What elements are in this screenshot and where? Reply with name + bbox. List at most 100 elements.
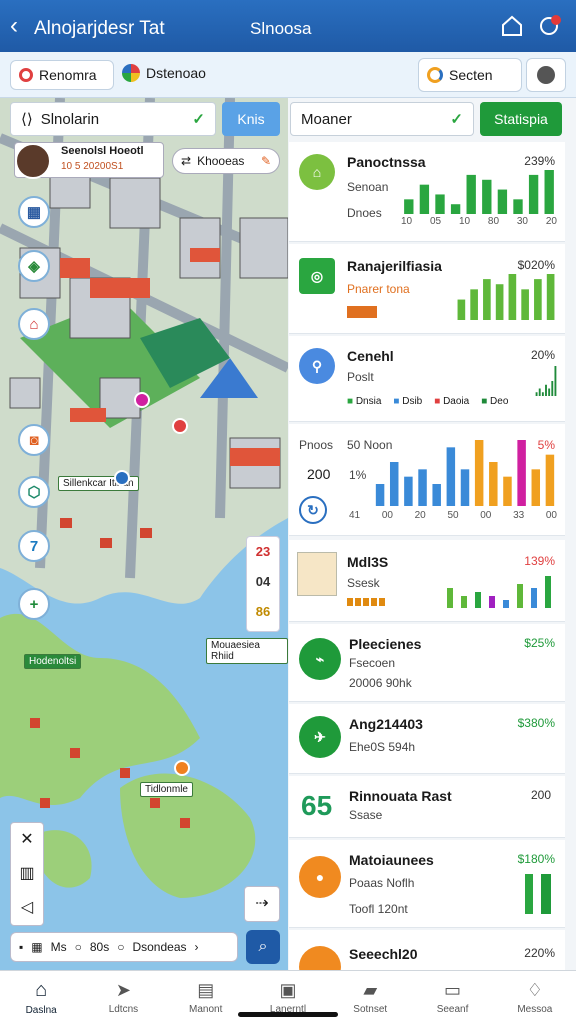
- map-pin-icon[interactable]: [114, 470, 130, 486]
- grid-icon: ▦: [31, 940, 43, 954]
- shield-icon[interactable]: ⬡: [18, 476, 50, 508]
- nav-item-manont[interactable]: ▤ Manont: [165, 971, 247, 1024]
- chart-line-icon: ⌁: [299, 638, 341, 680]
- card-subtitle: 20006 90hk: [349, 676, 412, 690]
- notification-icon[interactable]: [538, 14, 562, 38]
- plus-icon[interactable]: +: [18, 588, 50, 620]
- nav-item-seeanf[interactable]: ▭ Seeanf: [411, 971, 493, 1024]
- tab-renomra[interactable]: Renomra: [10, 60, 114, 90]
- map-pin-icon[interactable]: [134, 392, 150, 408]
- card-title: Cenehl: [347, 348, 394, 364]
- nav-item-ldtcns[interactable]: ➤ Ldtcns: [82, 971, 164, 1024]
- chart-bar: [531, 469, 541, 506]
- stats-button[interactable]: Statispia: [480, 102, 562, 136]
- chart-bar: [450, 204, 461, 214]
- chart-bar: [446, 447, 456, 506]
- chart-bar: [551, 381, 554, 396]
- nav-item-sotnset[interactable]: ▰ Sotnset: [329, 971, 411, 1024]
- chevron-left-icon[interactable]: ‹: [10, 14, 18, 38]
- card-value: $380%: [517, 716, 555, 730]
- card-title: Panoctnssa: [347, 154, 426, 170]
- document-icon: ▤: [197, 980, 215, 1000]
- profile-name: Seenolsl Hoeotl: [61, 145, 144, 157]
- chart-bar: [528, 174, 539, 214]
- seven-icon[interactable]: 7: [18, 530, 50, 562]
- temple-icon: [297, 552, 337, 596]
- apply-button[interactable]: Knis: [222, 102, 280, 136]
- home-icon: ⌂: [35, 979, 48, 1001]
- globe-icon: [122, 64, 140, 82]
- stat-card[interactable]: ◎ Ranajerilfiasia Pnarer tona $020%: [289, 244, 565, 334]
- close-icon[interactable]: ✕: [11, 823, 43, 857]
- nav-item-daslna[interactable]: ⌂ Daslna: [0, 971, 82, 1024]
- stat-card[interactable]: ⚲ Cenehl Poslt 20% ■ Dnsia ■ Dsib ■ Daoi…: [289, 336, 565, 422]
- stat-card[interactable]: ⌁ Pleecienes Fsecoen 20006 90hk $25%: [289, 624, 565, 702]
- map-search-bar[interactable]: ▪ ▦ Ms ○ 80s ○ Dsondeas ›: [10, 932, 238, 962]
- card-title: Seeechl20: [349, 946, 418, 962]
- filter-chip[interactable]: ⇄ Khooeas ✎: [172, 148, 280, 174]
- chart-bar: [517, 440, 526, 506]
- shop-icon[interactable]: ⌂: [18, 308, 50, 340]
- app-header: ‹ Alnojarjdesr Tat Slnoosa: [0, 0, 576, 52]
- card-ticks: 10 05 10 80 30 20: [401, 216, 557, 227]
- profile-stats: 10 5 20200S1: [61, 161, 124, 172]
- card-subtitle: Fsecoen: [349, 656, 396, 670]
- stat-card[interactable]: 65 Rinnouata Rast Ssase 200: [289, 776, 565, 838]
- coin-icon: ●: [299, 856, 341, 898]
- refresh-icon[interactable]: ↻: [299, 496, 327, 524]
- record-button[interactable]: [526, 58, 566, 92]
- compass-button[interactable]: ⇢: [244, 886, 280, 922]
- chart-bar: [513, 199, 523, 214]
- stat-card[interactable]: ⌂ Panoctnssa Senoan Dnoes 239% 10 05 10 80 3…: [289, 142, 565, 242]
- chart-bar: [535, 392, 538, 396]
- stat-card[interactable]: ● Matoiaunees Poaas Noflh Toofl 120nt $1…: [289, 840, 565, 928]
- home-icon[interactable]: [500, 14, 524, 38]
- stat-card[interactable]: Mdl3S Ssesk 139%: [289, 540, 565, 622]
- send-icon[interactable]: ◁: [11, 891, 43, 925]
- stat-card[interactable]: Pnoos 50 Noon 200 1% 5% ↻ 41 00 20 50 00 33 00: [289, 424, 565, 536]
- avatar: [15, 143, 51, 179]
- bar-mark: [525, 874, 533, 914]
- target-icon: [19, 68, 33, 82]
- map-search-button[interactable]: ⌕: [246, 930, 280, 964]
- bell-icon: ♢: [526, 980, 543, 1000]
- building-icon[interactable]: ▦: [18, 196, 50, 228]
- bag-icon[interactable]: ◙: [18, 424, 50, 456]
- card-big-number: 65: [301, 790, 333, 821]
- chart-bar: [546, 274, 555, 320]
- map-pin-icon[interactable]: [172, 418, 188, 434]
- progress-mark: [347, 306, 377, 318]
- cart-icon: ⌂: [299, 154, 335, 190]
- layers-icon[interactable]: ▥: [11, 857, 43, 891]
- metric-field[interactable]: Moaner ✓: [290, 102, 474, 136]
- card-bar-chart: [404, 170, 554, 214]
- location-field[interactable]: ⟨⟩ Slnolarin ✓: [10, 102, 216, 136]
- chart-box-icon: ◎: [299, 258, 335, 294]
- profile-card[interactable]: Seenolsl Hoeotl 10 5 20200S1: [14, 142, 164, 179]
- card-subtitle: Dnoes: [347, 206, 382, 220]
- chart-bar: [534, 279, 542, 320]
- chart-bar: [389, 462, 399, 506]
- nav-item-messoa[interactable]: ♢ Messoa: [494, 971, 576, 1024]
- screen-title: Slnoosa: [250, 19, 312, 38]
- search-icon: ⌕: [258, 938, 268, 955]
- card-title: Pnoos: [299, 438, 334, 452]
- card-figure: 200: [307, 466, 331, 482]
- check-icon: ✓: [450, 111, 463, 128]
- card-value: 220%: [524, 946, 555, 960]
- stat-card[interactable]: ✈ Ang214403 Ehe0S 594h $380%: [289, 704, 565, 774]
- tag-icon[interactable]: ◈: [18, 250, 50, 282]
- tab-dstenoao[interactable]: Dstenoao: [122, 64, 206, 82]
- counter-stack[interactable]: 23 04 86: [246, 536, 280, 632]
- record-icon: [537, 66, 555, 84]
- card-bar-chart: [447, 576, 551, 608]
- search-button[interactable]: Secten: [418, 58, 522, 92]
- chart-bar: [545, 384, 547, 396]
- runner-icon: ⚲: [299, 348, 335, 384]
- square-icon: ▪: [19, 940, 24, 954]
- city-map[interactable]: ⟨⟩ Slnolarin ✓ Knis Seenolsl Hoeotl 10 5…: [0, 98, 288, 970]
- map-pin-icon[interactable]: [174, 760, 190, 776]
- stat-card[interactable]: Seeechl20 220%: [289, 930, 565, 988]
- card-ticks: 41 00 20 50 00 33 00: [349, 510, 557, 521]
- card-value: 239%: [524, 154, 555, 168]
